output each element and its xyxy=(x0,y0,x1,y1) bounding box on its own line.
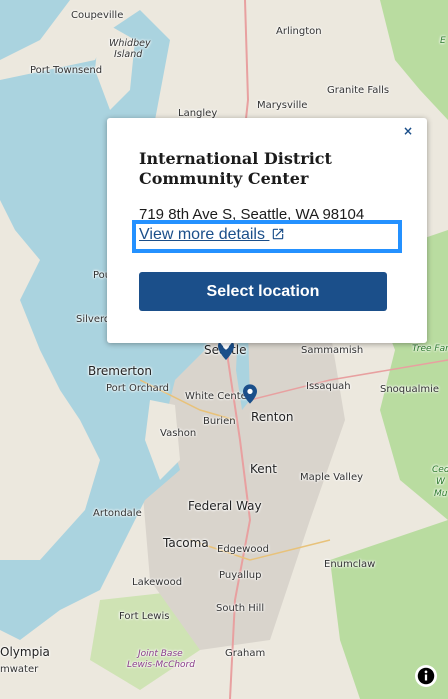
map-label-bremerton: Bremerton xyxy=(88,364,152,378)
map-label-kent: Kent xyxy=(250,462,277,476)
external-link-icon xyxy=(273,228,284,240)
info-icon xyxy=(417,667,435,685)
map-label-fort-lewis: Fort Lewis xyxy=(119,611,170,622)
map-label-enumclaw: Enumclaw xyxy=(324,559,376,570)
map-label-olympia: Olympia xyxy=(0,645,50,659)
map-label-renton: Renton xyxy=(251,410,294,424)
map-label-cedar-2: W xyxy=(436,477,445,487)
map-label-puyallup: Puyallup xyxy=(219,570,262,581)
map-label-marysville: Marysville xyxy=(257,100,308,111)
map-label-cedar-1: Ced xyxy=(432,465,448,475)
map-label-white-center: White Center xyxy=(185,391,251,402)
map-label-island: Island xyxy=(114,49,143,60)
map-marker-icon[interactable] xyxy=(243,384,257,404)
map-label-burien: Burien xyxy=(203,416,236,427)
map-label-tacoma: Tacoma xyxy=(163,536,209,550)
map-label-port-townsend: Port Townsend xyxy=(30,65,103,76)
view-more-details-label: View more details xyxy=(139,226,265,243)
map-label-maple-valley: Maple Valley xyxy=(300,472,364,483)
select-location-button[interactable]: Select location xyxy=(139,272,387,311)
map-label-coupeville: Coupeville xyxy=(71,10,124,21)
map-label-edgewood: Edgewood xyxy=(217,544,269,555)
view-more-details-link[interactable]: View more details xyxy=(139,226,285,244)
map-label-graham: Graham xyxy=(225,648,266,659)
map-label-tree-farm: Tree Farm xyxy=(412,344,448,354)
map-label-granite-falls: Granite Falls xyxy=(327,85,390,96)
map-label-snoqualmie: Snoqualmie xyxy=(380,384,440,395)
map-label-vashon: Vashon xyxy=(160,428,197,439)
map-label-arlington: Arlington xyxy=(276,26,322,37)
close-button[interactable]: × xyxy=(403,124,413,138)
map-label-joint-base: Joint Base xyxy=(138,649,183,659)
map-label-port-orchard: Port Orchard xyxy=(106,383,170,394)
map-label-tumwater: mwater xyxy=(0,664,39,675)
map-label-lakewood: Lakewood xyxy=(132,577,183,588)
map-label-silverdale: Silverd xyxy=(76,314,111,325)
map-label-issaquah: Issaquah xyxy=(306,381,351,392)
location-popup: × International District Community Cente… xyxy=(107,118,427,343)
map-label-federal-way: Federal Way xyxy=(188,499,262,513)
map-label-cedar-3: Mu xyxy=(434,489,448,499)
location-title: International District Community Center xyxy=(139,149,332,188)
map-label-whidbey: Whidbey xyxy=(109,38,151,49)
map-label-artondale: Artondale xyxy=(93,508,142,519)
map-label-edge-e: E xyxy=(440,36,446,46)
map-label-lewis-mcchord: Lewis-McChord xyxy=(127,660,195,670)
map-label-south-hill: South Hill xyxy=(216,603,265,614)
map-attribution-button[interactable] xyxy=(415,665,437,687)
map-label-sammamish: Sammamish xyxy=(301,345,364,356)
